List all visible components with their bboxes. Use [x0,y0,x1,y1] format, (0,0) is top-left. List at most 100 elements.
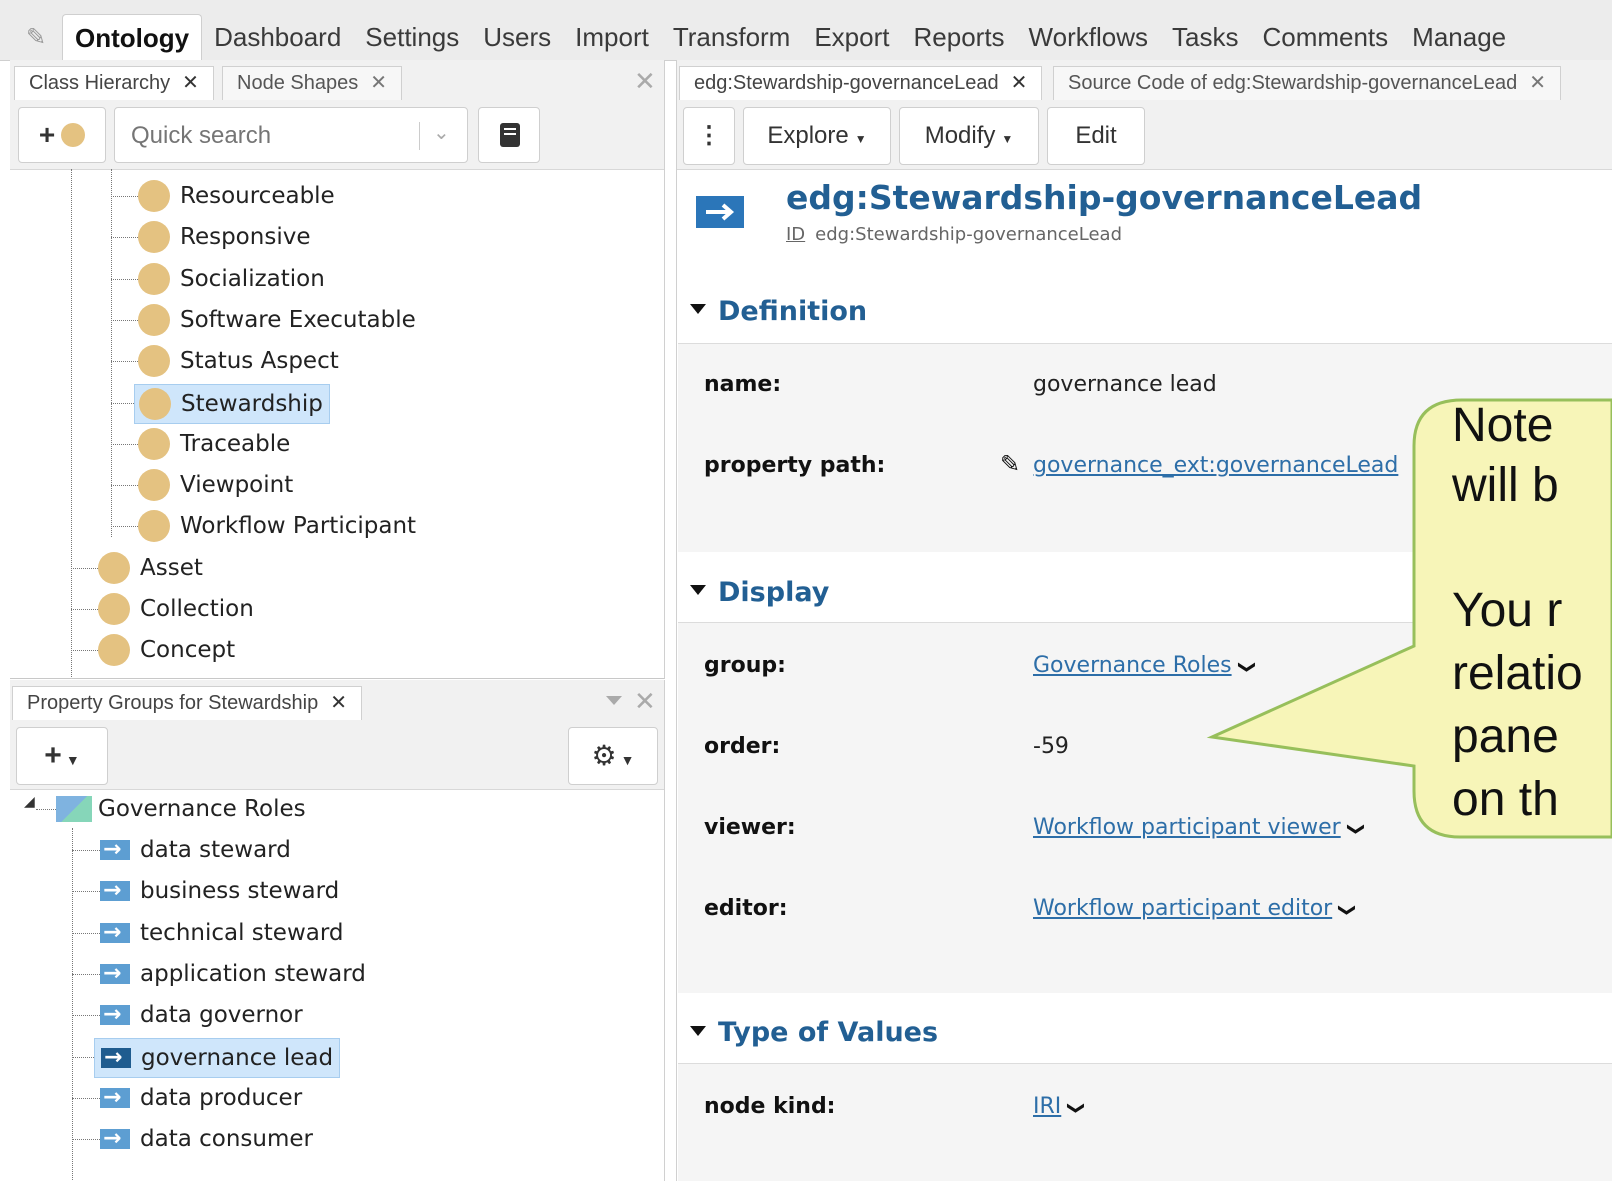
close-icon[interactable]: ✕ [1011,72,1028,94]
tree-guide-line [111,169,112,537]
editor-value: Workflow participant editor ❯ [1033,896,1357,921]
collapse-caret-icon[interactable] [690,304,706,314]
name-value: governance lead [1033,372,1217,397]
modify-button[interactable]: Modify ▼ [899,107,1039,165]
nav-tab-users[interactable]: Users [471,14,563,60]
property-list-item[interactable]: data governor [94,996,309,1034]
class-tree-item[interactable]: Responsive [134,218,316,256]
section-definition[interactable]: Definition [718,296,867,327]
property-label: data consumer [140,1126,313,1152]
node-kind-link[interactable]: IRI [1033,1094,1061,1119]
class-tree-item[interactable]: Socialization [134,260,331,298]
node-kind-label: node kind: [704,1094,836,1119]
tab-class-hierarchy[interactable]: Class Hierarchy ✕ [14,66,214,100]
property-label: technical steward [140,920,344,946]
caret-down-icon[interactable] [606,696,622,705]
settings-menu-button[interactable]: ⚙ ▼ [568,727,658,785]
section-type-of-values[interactable]: Type of Values [718,1017,938,1048]
class-tree-label: Stewardship [181,391,323,417]
class-tree-label: Viewpoint [180,472,294,498]
pencil-icon[interactable]: ✎ [18,22,54,52]
edit-button[interactable]: Edit [1047,107,1145,165]
property-list-item[interactable]: governance lead [94,1038,341,1078]
class-tree-label: Traceable [180,431,291,457]
property-icon [100,955,130,993]
nav-tab-settings[interactable]: Settings [353,14,471,60]
nav-tab-ontology[interactable]: Ontology [62,14,203,60]
property-label: data producer [140,1085,303,1111]
close-icon[interactable]: ✕ [182,72,199,94]
quick-search-box[interactable]: ⌄ [114,107,468,163]
property-list-item[interactable]: business steward [94,872,345,910]
close-icon[interactable]: ✕ [634,686,656,717]
tree-guide-line [36,809,56,810]
collapse-caret-icon[interactable] [690,1026,706,1036]
close-icon[interactable]: ✕ [330,692,347,714]
class-hierarchy-tabbar: Class Hierarchy ✕ Node Shapes ✕ ✕ [10,60,664,102]
class-tree-item[interactable]: Traceable [134,425,296,463]
tree-expander-icon[interactable]: ◢ [24,794,35,810]
close-icon[interactable]: ✕ [370,72,387,94]
property-list-item[interactable]: data consumer [94,1120,319,1158]
class-tree-item[interactable]: Software Executable [134,301,422,339]
editor-link[interactable]: Workflow participant editor [1033,896,1332,921]
property-list-item[interactable]: data producer [94,1079,308,1117]
tab-label: Node Shapes [237,72,359,94]
property-label: application steward [140,961,366,987]
class-tree-item[interactable]: Workflow Participant [134,507,422,545]
chevron-down-icon[interactable]: ⌄ [433,120,450,145]
explore-button[interactable]: Explore ▼ [743,107,891,165]
class-tree-item[interactable]: Viewpoint [134,466,299,504]
tab-label: Class Hierarchy [29,72,171,94]
section-display[interactable]: Display [718,577,829,608]
nav-tab-comments[interactable]: Comments [1250,14,1400,60]
chevron-down-icon[interactable]: ❯ [1337,903,1357,917]
add-class-button[interactable]: + [18,107,106,163]
search-input[interactable] [129,118,413,154]
property-list-item[interactable]: application steward [94,955,372,993]
class-tree-item[interactable]: Status Aspect [134,342,345,380]
search-divider [419,122,420,150]
tab-source-code[interactable]: Source Code of edg:Stewardship-governanc… [1053,66,1561,100]
callout-line: on th [1452,773,1559,826]
callout-line [1452,516,1612,581]
more-actions-button[interactable]: ⋮ [683,107,735,165]
nav-tab-dashboard[interactable]: Dashboard [202,14,353,60]
class-tree-item[interactable]: Stewardship [134,384,330,424]
top-navigation-bar: ✎ Ontology Dashboard Settings Users Impo… [0,0,1612,61]
tab-property-groups[interactable]: Property Groups for Stewardship ✕ [12,686,363,720]
nav-tab-transform[interactable]: Transform [661,14,803,60]
nav-tab-workflows[interactable]: Workflows [1017,14,1160,60]
pencil-icon[interactable]: ✎ [1000,450,1020,478]
collapse-caret-icon[interactable] [690,585,706,595]
nav-tab-import[interactable]: Import [563,14,661,60]
property-icon [100,1079,130,1117]
id-value: edg:Stewardship-governanceLead [815,224,1122,245]
class-tree-item[interactable]: Resourceable [134,177,341,215]
close-icon[interactable]: ✕ [1529,72,1546,94]
property-label: data steward [140,837,291,863]
close-icon[interactable]: ✕ [634,66,656,97]
class-icon [138,221,170,253]
nav-tab-export[interactable]: Export [802,14,901,60]
property-list-item[interactable]: technical steward [94,914,350,952]
tab-label: edg:Stewardship-governanceLead [694,72,999,94]
property-icon [100,996,130,1034]
chevron-down-icon[interactable]: ❯ [1066,1101,1086,1115]
tab-node-shapes[interactable]: Node Shapes ✕ [222,66,402,100]
nav-tab-tasks[interactable]: Tasks [1160,14,1250,60]
class-tree-item[interactable]: Asset [94,549,209,587]
editor-label: editor: [704,896,788,921]
property-list-item[interactable]: data steward [94,831,297,869]
nav-tab-reports[interactable]: Reports [902,14,1017,60]
class-tree-item[interactable]: Collection [94,590,260,628]
add-menu-button[interactable]: + ▼ [16,727,108,785]
property-path-label: property path: [704,453,886,478]
class-tree-label: Workflow Participant [180,513,417,539]
nav-tab-manage[interactable]: Manage [1400,14,1518,60]
book-button[interactable] [478,107,540,163]
tab-resource[interactable]: edg:Stewardship-governanceLead ✕ [679,66,1043,100]
property-group-row[interactable]: Governance Roles [56,790,306,828]
class-tree-item[interactable]: Concept [94,631,241,669]
property-groups-toolbar: + ▼ ⚙ ▼ [10,721,664,790]
